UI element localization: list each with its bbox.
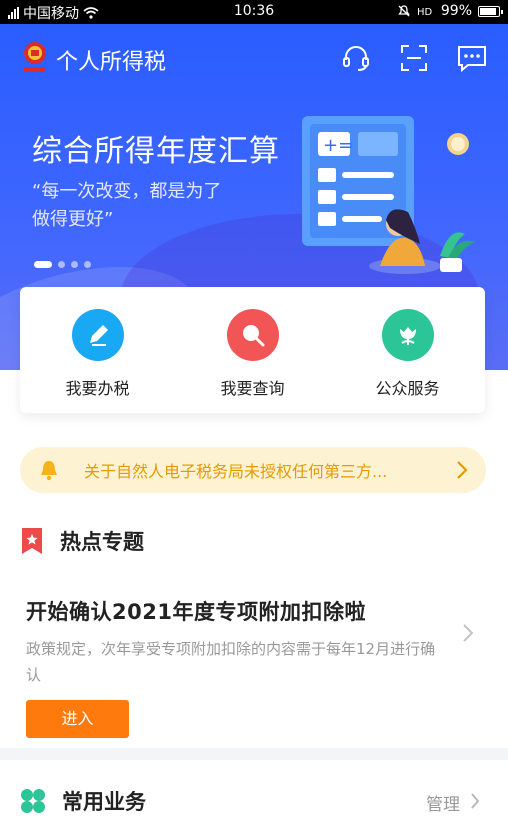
banner-title: 综合所得年度汇算 — [32, 134, 280, 169]
battery-icon — [478, 5, 503, 17]
carousel-dot-2[interactable] — [58, 261, 65, 268]
chevron-right-icon — [457, 461, 468, 479]
app-header: 个人所得税 — [0, 24, 508, 94]
quick-action-query-label: 我要查询 — [220, 379, 285, 398]
scan-button[interactable] — [394, 38, 434, 78]
status-bar: 中国移动 10:36 HD 99% — [0, 0, 508, 24]
enter-button[interactable]: 进入 — [26, 700, 129, 738]
banner-illustration: += — [302, 116, 475, 274]
notice-bar[interactable]: 关于自然人电子税务局未授权任何第三方... — [20, 447, 486, 493]
quick-action-public-service-label: 公众服务 — [375, 379, 440, 398]
battery-percent: 99% — [440, 3, 472, 19]
quick-action-tax[interactable]: 我要办税 — [38, 309, 158, 399]
carousel-dot-4[interactable] — [84, 261, 91, 268]
tax-emblem-icon — [24, 42, 46, 72]
bookmark-icon — [22, 528, 42, 554]
chevron-right-icon — [471, 793, 480, 809]
chevron-right-icon — [463, 624, 474, 642]
mute-icon — [398, 5, 410, 17]
hot-topics-header: 热点专题 — [20, 522, 486, 558]
quick-action-tax-label: 我要办税 — [65, 379, 130, 398]
banner-subtitle: “每一次改变，都是为了 做得更好” — [32, 178, 272, 234]
common-services-header: 常用业务 管理 — [20, 776, 486, 820]
headset-icon — [343, 46, 369, 71]
hot-topic-item[interactable]: 开始确认2021年度专项附加扣除啦 政策规定，次年享受专项附加扣除的内容需于每年… — [26, 596, 486, 688]
customer-service-button[interactable] — [336, 38, 376, 78]
topic-title: 开始确认2021年度专项附加扣除啦 — [26, 600, 366, 624]
quick-actions-card: 我要办税 我要查询 公众服务 — [20, 287, 485, 413]
carousel-dot-3[interactable] — [71, 261, 78, 268]
pencil-icon — [71, 309, 124, 361]
volte-icon: HD — [417, 7, 433, 18]
scan-icon — [401, 45, 427, 71]
banner-subtitle-line2: 做得更好” — [32, 209, 114, 230]
common-services-title: 常用业务 — [62, 790, 146, 814]
clover-icon — [21, 789, 45, 813]
notice-text: 关于自然人电子税务局未授权任何第三方... — [84, 462, 388, 481]
svg-text:HD: HD — [417, 7, 433, 18]
topic-description: 政策规定，次年享受专项附加扣除的内容需于每年12月进行确认 — [26, 640, 436, 684]
message-button[interactable] — [452, 38, 492, 78]
tulip-icon — [381, 309, 434, 361]
carousel-indicator[interactable] — [34, 261, 91, 268]
search-icon — [226, 309, 279, 361]
app-title: 个人所得税 — [56, 50, 167, 75]
svg-text:+=: += — [323, 135, 353, 156]
manage-link[interactable]: 管理 — [426, 790, 460, 815]
section-divider — [0, 748, 508, 760]
hot-topics-title: 热点专题 — [60, 530, 144, 554]
message-icon — [458, 46, 486, 73]
carousel-dot-1[interactable] — [34, 261, 52, 268]
bell-icon — [41, 461, 57, 481]
quick-action-public-service[interactable]: 公众服务 — [348, 309, 468, 399]
banner-subtitle-line1: “每一次改变，都是为了 — [32, 181, 222, 202]
quick-action-query[interactable]: 我要查询 — [193, 309, 313, 399]
